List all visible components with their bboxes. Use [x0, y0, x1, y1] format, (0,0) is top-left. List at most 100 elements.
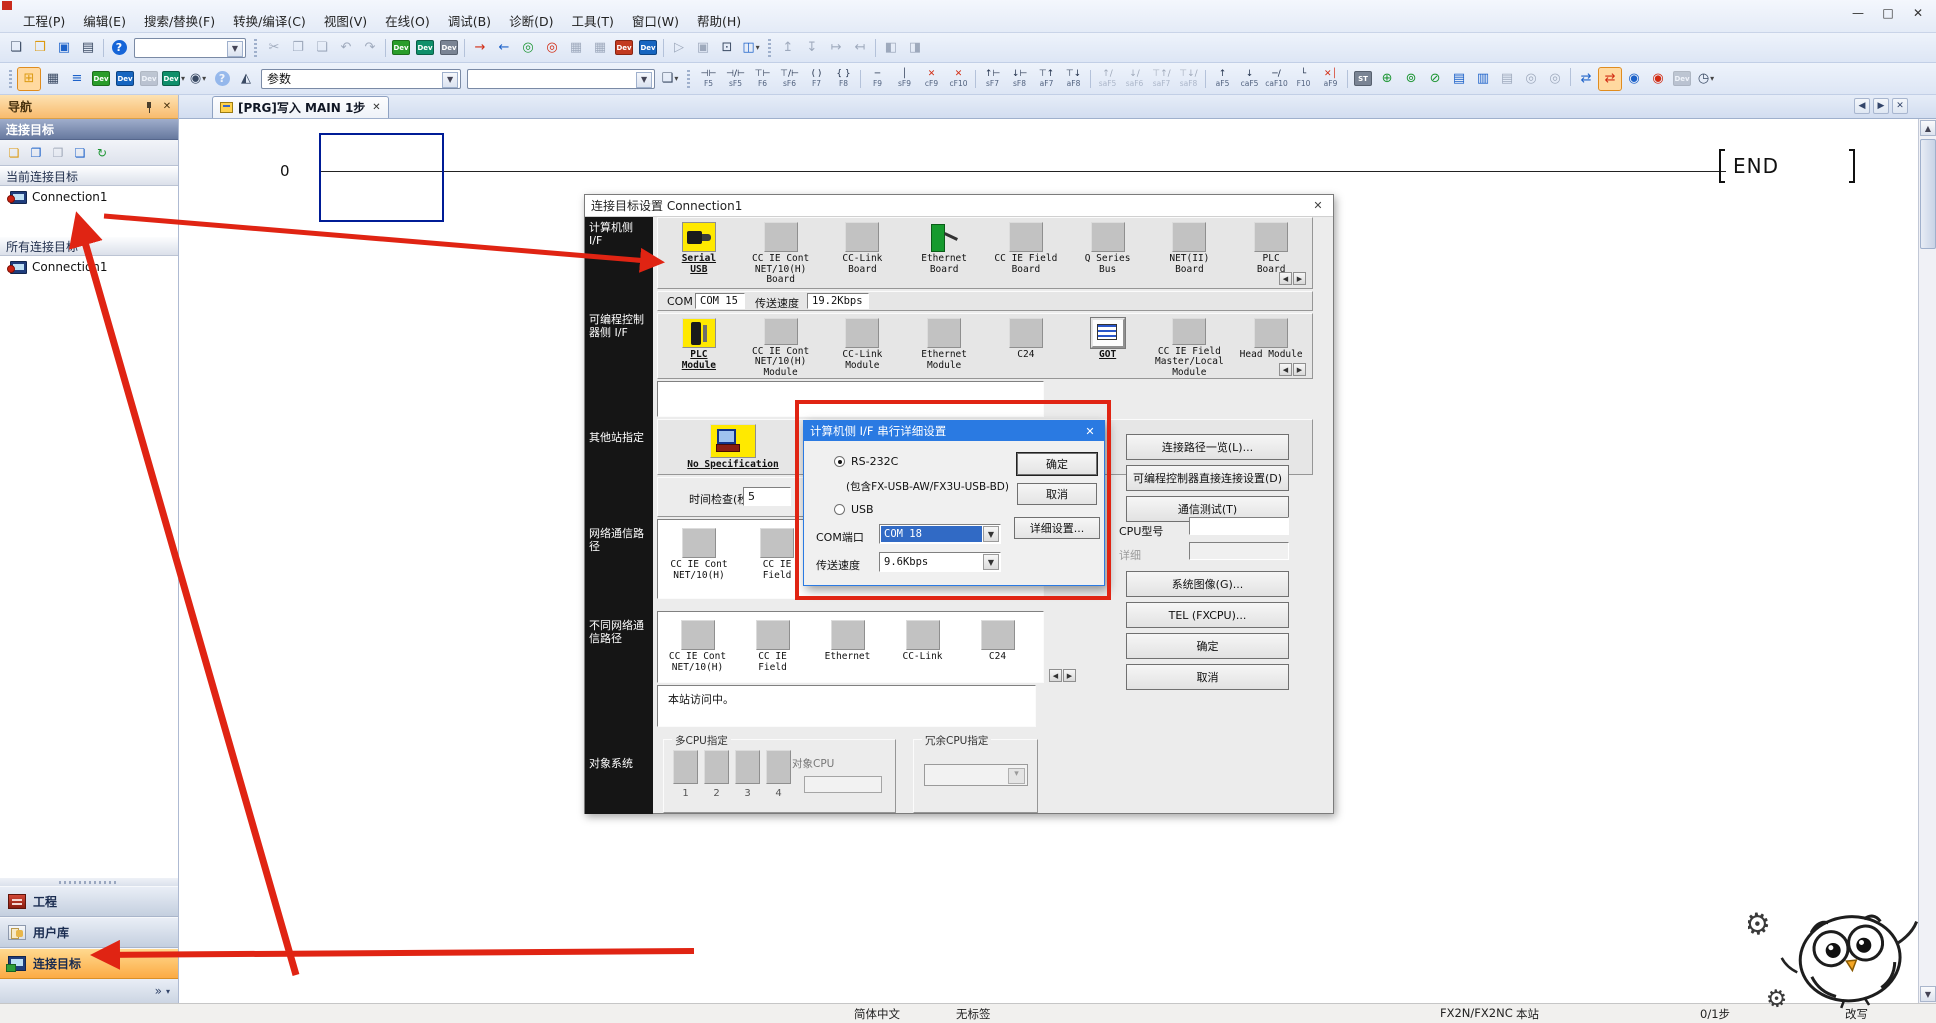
cpu-select-box[interactable] [766, 750, 791, 784]
baud-rate-dropdown[interactable]: 9.6Kbps ▼ [879, 552, 1001, 572]
device-batch-monitor-icon[interactable]: Dev [414, 37, 436, 59]
rs232c-radio[interactable]: RS-232C [834, 455, 898, 468]
tab-close-icon[interactable]: ✕ [372, 102, 380, 113]
monitor-window-icon[interactable]: ◫ [740, 37, 762, 59]
device-option[interactable]: NET(II) Board [1149, 218, 1231, 288]
plc-diagnostics-icon[interactable]: ⊡ [716, 37, 738, 59]
ok-button[interactable]: 确定 [1017, 453, 1097, 475]
toolbar-combo[interactable] [134, 38, 246, 58]
save-icon[interactable]: ▣ [53, 37, 75, 59]
dev-display2-icon[interactable]: Dev [1671, 68, 1693, 90]
pin-icon[interactable] [142, 100, 156, 114]
device-test-off-icon[interactable]: ⊘ [1424, 68, 1446, 90]
scroll-left-icon[interactable]: ◀ [1279, 272, 1292, 285]
tab-scroll-left-icon[interactable]: ◀ [1854, 98, 1870, 114]
connection-item-current[interactable]: Connection1 [0, 186, 178, 208]
comment-display-icon[interactable]: ⇄ [1575, 68, 1597, 90]
cpu-select[interactable]: 1 [673, 750, 698, 799]
device-ref-icon[interactable]: Dev [138, 68, 160, 90]
ladder-symbol-button[interactable]: ↓/saF6 [1121, 66, 1148, 92]
ladder-symbol-button[interactable]: { }F8 [830, 66, 857, 92]
device-option[interactable]: CC IE Field Board [985, 218, 1067, 288]
read-mode-icon[interactable]: ◨ [904, 37, 926, 59]
copy-connection-icon[interactable]: ❐ [26, 143, 46, 163]
menu-item[interactable]: 搜索/替换(F) [135, 8, 224, 33]
tab-main-program[interactable]: [PRG]写入 MAIN 1步 ✕ [212, 96, 389, 118]
close-icon[interactable]: ✕ [1309, 199, 1327, 212]
scroll-right-icon[interactable]: ▶ [1293, 363, 1306, 376]
ladder-symbol-button[interactable]: ↓⊢sF8 [1006, 66, 1033, 92]
device-option[interactable]: Q Series Bus [1067, 218, 1149, 288]
delete-row-icon[interactable]: ↧ [801, 37, 823, 59]
note-edit-icon[interactable]: ▥ [1472, 68, 1494, 90]
new-file-icon[interactable]: ❏ [5, 37, 27, 59]
device-search-icon[interactable]: ◉ [187, 68, 209, 90]
chevron-down-icon[interactable]: ▼ [983, 526, 999, 542]
menu-item[interactable]: 工具(T) [562, 8, 622, 33]
cpu-select[interactable]: 3 [735, 750, 760, 799]
device-option[interactable]: GOT [1067, 314, 1149, 378]
redundant-cpu-dropdown[interactable] [924, 764, 1028, 786]
time-check-field[interactable]: 5 [743, 487, 791, 506]
dialog-button[interactable]: 确定 [1126, 633, 1289, 659]
cpu-select-box[interactable] [735, 750, 760, 784]
find-coil-icon[interactable]: ◎ [1544, 68, 1566, 90]
ladder-symbol-button[interactable]: ⊤/⊢sF6 [776, 66, 803, 92]
edit-mode-icon[interactable]: ◧ [880, 37, 902, 59]
ladder-symbol-button[interactable]: ⊤↓/saF8 [1175, 66, 1202, 92]
device-option[interactable]: No Specification [658, 420, 808, 474]
tab-scroll-right-icon[interactable]: ▶ [1873, 98, 1889, 114]
device-combo[interactable] [467, 69, 655, 89]
print-icon[interactable]: ▤ [77, 37, 99, 59]
find-icon[interactable]: ◭ [235, 68, 257, 90]
project-button[interactable]: 工程 [0, 886, 178, 917]
module-configuration-icon[interactable]: ▦ [42, 68, 64, 90]
program-list-icon[interactable]: ≡ [66, 68, 88, 90]
cpu-model-field[interactable] [1189, 517, 1289, 535]
verify-with-plc-icon[interactable]: ◎ [517, 37, 539, 59]
dialog-button[interactable]: 连接路径一览(L)... [1126, 434, 1289, 460]
device-option[interactable]: CC IE Field Master/Local Module [1149, 314, 1231, 378]
user-library-button[interactable]: 用户库 [0, 917, 178, 948]
scroll-up-icon[interactable]: ▲ [1920, 120, 1936, 136]
menu-item[interactable]: 工程(P) [14, 8, 74, 33]
clock-setting-icon[interactable]: ◷ [1695, 68, 1717, 90]
cut-icon[interactable]: ✂ [263, 37, 285, 59]
ladder-symbol-button[interactable]: ✕cF9 [918, 66, 945, 92]
ladder-symbol-button[interactable]: ⊤↑aF7 [1033, 66, 1060, 92]
inline-st-icon[interactable]: ST [1352, 68, 1374, 90]
dialog-button[interactable]: 可编程控制器直接连接设置(D) [1126, 465, 1289, 491]
device-monitor-icon[interactable]: Dev [390, 37, 412, 59]
help-icon[interactable]: ? [108, 37, 130, 59]
ladder-symbol-button[interactable]: ─F9 [864, 66, 891, 92]
menu-item[interactable]: 调试(B) [439, 8, 500, 33]
ladder-symbol-button[interactable]: ⊤↓aF8 [1060, 66, 1087, 92]
monitor-write-mode-icon[interactable]: ▦ [589, 37, 611, 59]
device-option[interactable]: Ethernet Module [903, 314, 985, 378]
ladder-symbol-button[interactable]: ↑/saF5 [1094, 66, 1121, 92]
tab-list-close-icon[interactable]: ✕ [1892, 98, 1908, 114]
ladder-symbol-button[interactable]: ⊤↑/saF7 [1148, 66, 1175, 92]
scroll-left-icon[interactable]: ◀ [1279, 363, 1292, 376]
scroll-left-icon[interactable]: ◀ [1049, 669, 1062, 682]
ladder-symbol-button[interactable]: ( )F7 [803, 66, 830, 92]
vertical-scrollbar[interactable]: ▲ ▼ [1918, 119, 1936, 1003]
ladder-symbol-button[interactable]: ⊣/⊢sF5 [722, 66, 749, 92]
write-to-plc-icon[interactable]: → [469, 37, 491, 59]
panel-chevron[interactable]: » ▾ [0, 979, 178, 1003]
menu-item[interactable]: 诊断(D) [500, 8, 562, 33]
scroll-thumb[interactable] [1920, 139, 1936, 249]
device-display-icon[interactable]: Dev [162, 68, 185, 90]
delete-column-icon[interactable]: ↤ [849, 37, 871, 59]
ladder-symbol-button[interactable]: ✕│aF9 [1317, 66, 1344, 92]
new-connection-icon[interactable]: ❏ [4, 143, 24, 163]
device-option[interactable]: CC-Link Module [822, 314, 904, 378]
paste-connection-icon[interactable]: ❐ [48, 143, 68, 163]
ladder-symbol-button[interactable]: ↑⊢sF7 [979, 66, 1006, 92]
close-icon[interactable]: ✕ [1082, 425, 1098, 438]
connection-destination-button[interactable]: 连接目标 [0, 948, 178, 979]
line-statement-icon[interactable]: ▤ [1448, 68, 1470, 90]
device-find-icon[interactable]: Dev [90, 68, 112, 90]
detail-settings-button[interactable]: 详细设置... [1014, 517, 1100, 539]
device-option[interactable]: C24 [960, 616, 1035, 682]
